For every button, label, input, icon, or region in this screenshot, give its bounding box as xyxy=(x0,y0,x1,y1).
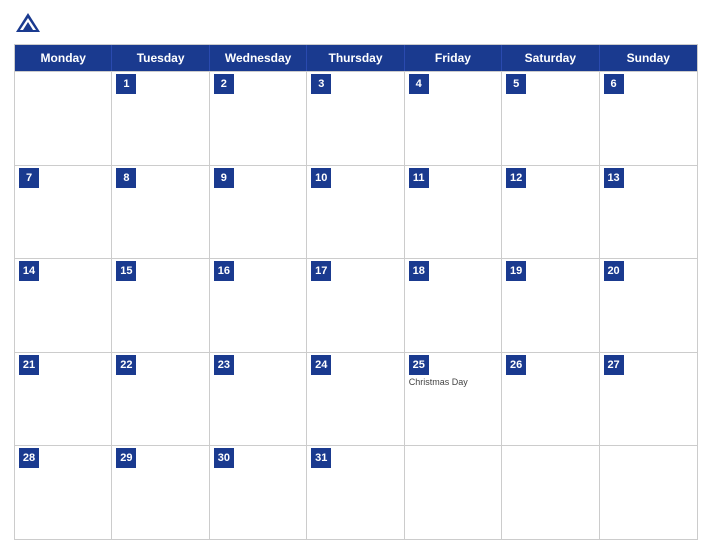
day-cell: 22 xyxy=(112,353,209,446)
day-number: 20 xyxy=(604,261,624,281)
day-number: 2 xyxy=(214,74,234,94)
day-number: 31 xyxy=(311,448,331,468)
day-cell: 29 xyxy=(112,446,209,539)
day-number: 27 xyxy=(604,355,624,375)
day-cell: 13 xyxy=(600,166,697,259)
day-number: 22 xyxy=(116,355,136,375)
day-number: 16 xyxy=(214,261,234,281)
calendar-page: Monday Tuesday Wednesday Thursday Friday… xyxy=(0,0,712,550)
day-header-sunday: Sunday xyxy=(600,45,697,71)
day-number: 25 xyxy=(409,355,429,375)
day-number: 18 xyxy=(409,261,429,281)
day-header-friday: Friday xyxy=(405,45,502,71)
day-cell: 11 xyxy=(405,166,502,259)
day-number: 21 xyxy=(19,355,39,375)
day-cell xyxy=(405,446,502,539)
day-number: 30 xyxy=(214,448,234,468)
day-cell: 14 xyxy=(15,259,112,352)
day-cell: 21 xyxy=(15,353,112,446)
day-cell: 31 xyxy=(307,446,404,539)
day-cell: 4 xyxy=(405,72,502,165)
header xyxy=(14,10,698,38)
day-cell xyxy=(502,446,599,539)
day-cell: 25 Christmas Day xyxy=(405,353,502,446)
day-cell: 2 xyxy=(210,72,307,165)
day-cell: 19 xyxy=(502,259,599,352)
day-number: 14 xyxy=(19,261,39,281)
day-number: 8 xyxy=(116,168,136,188)
day-number: 19 xyxy=(506,261,526,281)
day-number: 11 xyxy=(409,168,429,188)
day-cell: 24 xyxy=(307,353,404,446)
day-cell xyxy=(600,446,697,539)
day-number: 29 xyxy=(116,448,136,468)
weeks-container: 1234567891011121314151617181920212223242… xyxy=(15,71,697,539)
day-number: 7 xyxy=(19,168,39,188)
day-cell: 7 xyxy=(15,166,112,259)
day-number: 26 xyxy=(506,355,526,375)
day-number: 13 xyxy=(604,168,624,188)
day-number: 17 xyxy=(311,261,331,281)
day-number: 24 xyxy=(311,355,331,375)
day-number: 15 xyxy=(116,261,136,281)
calendar: Monday Tuesday Wednesday Thursday Friday… xyxy=(14,44,698,540)
week-row-3: 14 15 16 17 18 19 20 xyxy=(15,258,697,352)
day-cell: 15 xyxy=(112,259,209,352)
day-header-tuesday: Tuesday xyxy=(112,45,209,71)
day-cell: 5 xyxy=(502,72,599,165)
day-cell: 6 xyxy=(600,72,697,165)
day-cell: 18 xyxy=(405,259,502,352)
day-cell: 27 xyxy=(600,353,697,446)
day-number: 6 xyxy=(604,74,624,94)
week-row-2: 7 8 9 10 11 12 13 xyxy=(15,165,697,259)
day-number: 9 xyxy=(214,168,234,188)
day-cell: 26 xyxy=(502,353,599,446)
day-cell: 20 xyxy=(600,259,697,352)
day-number: 12 xyxy=(506,168,526,188)
day-cell: 30 xyxy=(210,446,307,539)
week-row-5: 28 29 30 31 xyxy=(15,445,697,539)
day-cell: 17 xyxy=(307,259,404,352)
day-header-wednesday: Wednesday xyxy=(210,45,307,71)
day-cell: 8 xyxy=(112,166,209,259)
logo xyxy=(14,10,46,38)
day-cell: 16 xyxy=(210,259,307,352)
day-number: 1 xyxy=(116,74,136,94)
day-number: 28 xyxy=(19,448,39,468)
week-row-4: 21 22 23 24 25 Christmas Day 26 27 xyxy=(15,352,697,446)
day-cell: 1 xyxy=(112,72,209,165)
day-cell: 9 xyxy=(210,166,307,259)
day-number: 3 xyxy=(311,74,331,94)
logo-icon xyxy=(14,10,42,38)
day-header-monday: Monday xyxy=(15,45,112,71)
day-number: 10 xyxy=(311,168,331,188)
day-headers: Monday Tuesday Wednesday Thursday Friday… xyxy=(15,45,697,71)
day-cell: 10 xyxy=(307,166,404,259)
day-number: 23 xyxy=(214,355,234,375)
day-cell: 23 xyxy=(210,353,307,446)
day-cell: 12 xyxy=(502,166,599,259)
day-header-thursday: Thursday xyxy=(307,45,404,71)
day-number: 4 xyxy=(409,74,429,94)
day-header-saturday: Saturday xyxy=(502,45,599,71)
week-row-1: 1 2 3 4 5 6 xyxy=(15,71,697,165)
day-cell: 3 xyxy=(307,72,404,165)
day-cell: 28 xyxy=(15,446,112,539)
event-label: Christmas Day xyxy=(409,377,497,388)
day-number: 5 xyxy=(506,74,526,94)
day-cell xyxy=(15,72,112,165)
